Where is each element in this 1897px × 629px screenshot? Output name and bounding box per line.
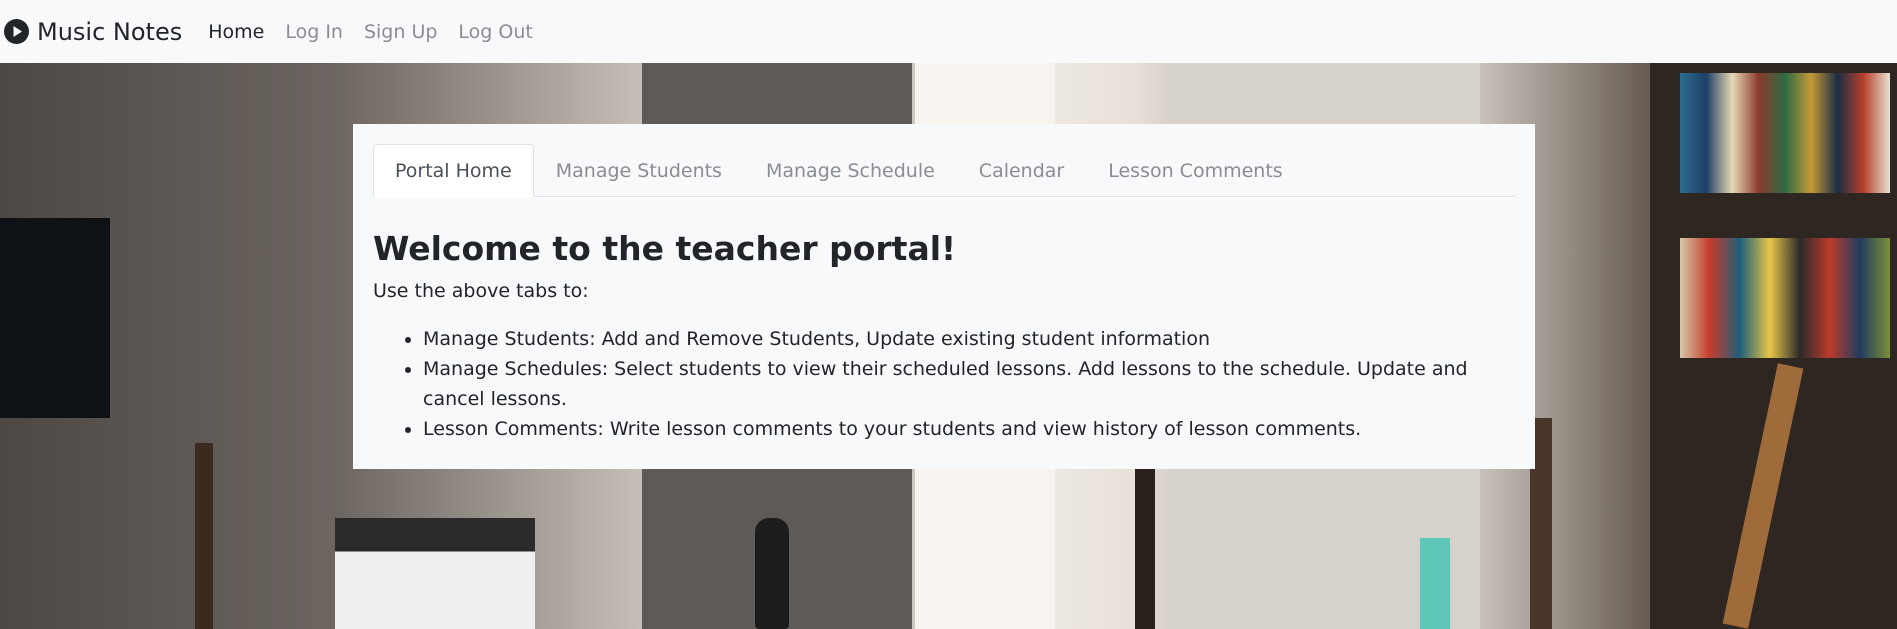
page-title: Welcome to the teacher portal! [373, 229, 957, 268]
navbar: Music Notes Home Log In Sign Up Log Out [0, 0, 1897, 63]
monitor [0, 218, 110, 418]
portal-card: Portal Home Manage Students Manage Sched… [353, 124, 1535, 469]
microphone [755, 518, 789, 629]
list-item-manage-schedules: Manage Schedules: Select students to vie… [423, 354, 1515, 414]
list-item-lesson-comments: Lesson Comments: Write lesson comments t… [423, 414, 1515, 444]
tab-manage-students[interactable]: Manage Students [534, 144, 744, 196]
keyboard [335, 518, 535, 629]
tab-calendar[interactable]: Calendar [957, 144, 1086, 196]
nav-sign-up[interactable]: Sign Up [364, 21, 437, 43]
nav-log-out[interactable]: Log Out [458, 21, 532, 43]
tab-portal-home[interactable]: Portal Home [373, 144, 534, 197]
brand-name: Music Notes [37, 17, 183, 46]
nav-home[interactable]: Home [208, 21, 264, 43]
amp-cyan [1420, 538, 1450, 629]
guitar-neck-left [195, 443, 213, 629]
intro-text: Use the above tabs to: [373, 280, 589, 302]
portal-tabs: Portal Home Manage Students Manage Sched… [373, 144, 1515, 197]
feature-list: Manage Students: Add and Remove Students… [373, 324, 1515, 444]
nav-log-in[interactable]: Log In [285, 21, 343, 43]
tab-lesson-comments[interactable]: Lesson Comments [1086, 144, 1304, 196]
books-row-1 [1680, 73, 1890, 193]
tab-manage-schedule[interactable]: Manage Schedule [744, 144, 957, 196]
list-item-manage-students: Manage Students: Add and Remove Students… [423, 324, 1515, 354]
play-circle-icon [4, 19, 29, 44]
guitar-neck-center [1135, 463, 1155, 629]
brand-link[interactable]: Music Notes [4, 18, 182, 46]
books-row-2 [1680, 238, 1890, 358]
